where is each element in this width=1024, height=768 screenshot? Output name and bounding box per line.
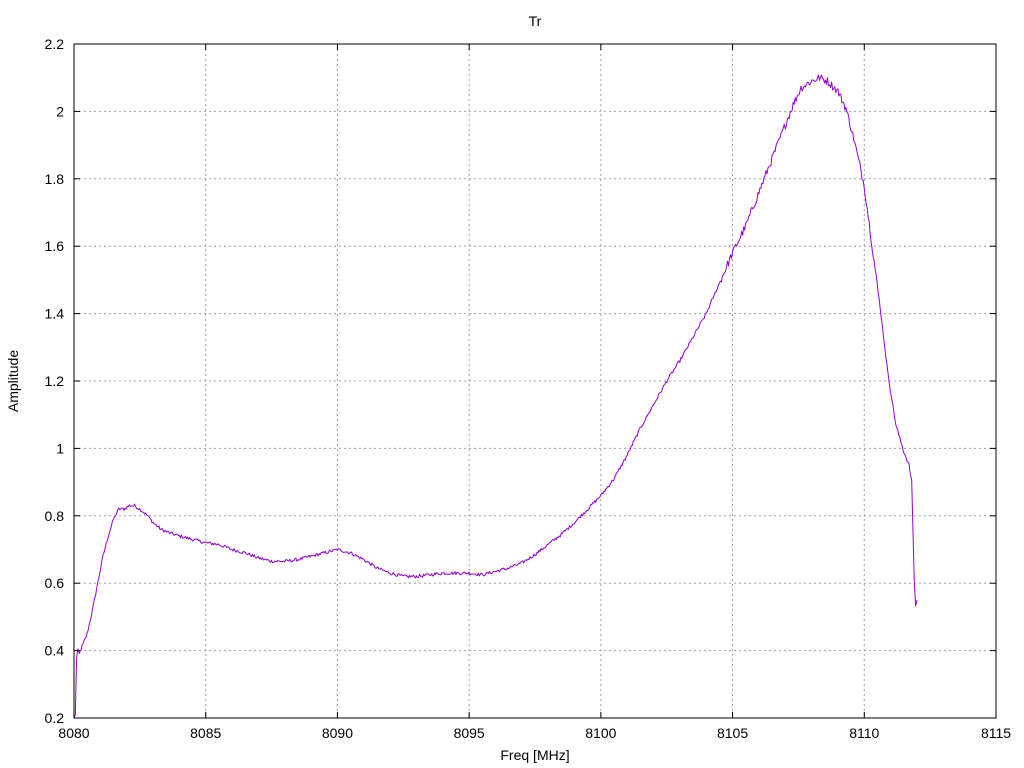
y-tick-label: 0.2 bbox=[45, 710, 65, 726]
x-axis-title: Freq [MHz] bbox=[500, 747, 569, 763]
y-axis-title: Amplitude bbox=[5, 350, 21, 412]
x-tick-label: 8095 bbox=[454, 725, 485, 741]
x-tick-label: 8080 bbox=[58, 725, 89, 741]
chart-title: Tr bbox=[529, 13, 542, 29]
chart-container: 8080 8085 8090 8095 8100 8105 8110 8115 0.2 0.4 0.… bbox=[0, 0, 1024, 768]
chart-background bbox=[0, 0, 1024, 768]
line-chart: 8080 8085 8090 8095 8100 8105 8110 8115 0.2 0.4 0.… bbox=[0, 0, 1024, 768]
x-tick-label: 8100 bbox=[585, 725, 616, 741]
x-tick-label: 8115 bbox=[981, 725, 1011, 741]
y-tick-label: 1.6 bbox=[45, 238, 65, 254]
y-tick-label: 2.2 bbox=[45, 36, 65, 52]
y-tick-label: 1.2 bbox=[45, 373, 65, 389]
x-tick-label: 8090 bbox=[322, 725, 353, 741]
y-tick-label: 0.8 bbox=[45, 508, 65, 524]
y-tick-label: 0.4 bbox=[45, 643, 65, 659]
y-tick-label: 1.8 bbox=[45, 171, 65, 187]
x-tick-label: 8085 bbox=[190, 725, 221, 741]
x-tick-label: 8105 bbox=[717, 725, 748, 741]
y-tick-label: 2 bbox=[56, 103, 64, 119]
y-tick-label: 1.4 bbox=[45, 306, 65, 322]
y-tick-label: 0.6 bbox=[45, 575, 65, 591]
y-tick-label: 1 bbox=[56, 440, 64, 456]
x-tick-label: 8110 bbox=[849, 725, 879, 741]
